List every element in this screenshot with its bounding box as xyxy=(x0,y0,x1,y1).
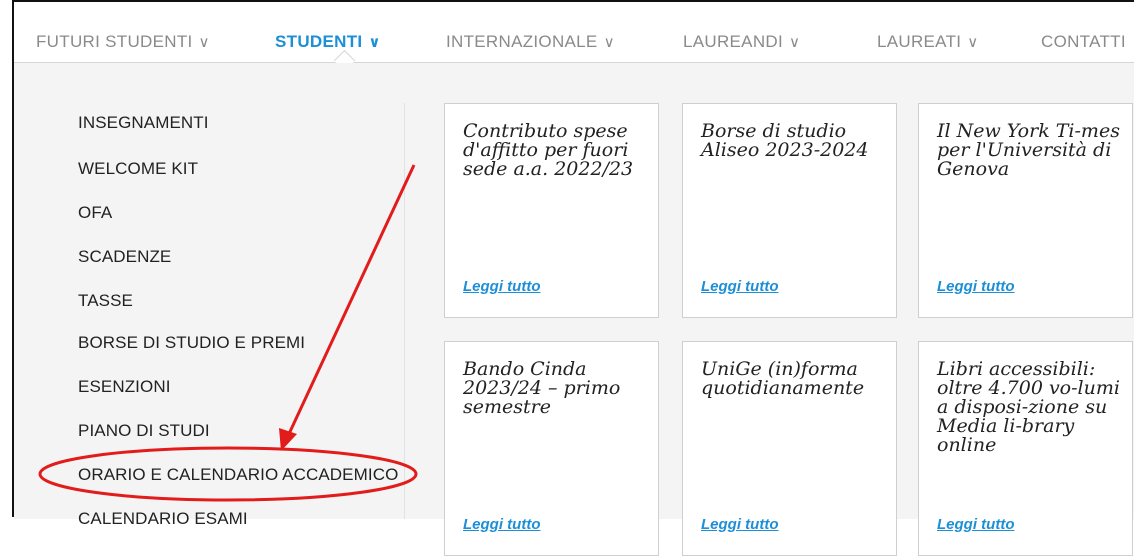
card-title: Bando Cinda 2023/24 – primo semestre xyxy=(463,358,621,418)
nav-label: LAUREATI xyxy=(877,32,962,51)
menu-item-ofa[interactable]: OFA xyxy=(78,203,112,223)
menu-divider xyxy=(404,103,405,519)
nav-label: LAUREANDI xyxy=(683,32,784,51)
chevron-down-icon: ∨ xyxy=(967,34,979,51)
menu-item-welcome-kit[interactable]: WELCOME KIT xyxy=(78,159,198,179)
nav-label: CONTATTI xyxy=(1041,32,1126,51)
nav-label: STUDENTI xyxy=(275,32,363,51)
menu-item-scadenze[interactable]: SCADENZE xyxy=(78,247,171,267)
top-navigation: FUTURI STUDENTI ∨ STUDENTI ∨ INTERNAZIONAL… xyxy=(14,2,1134,63)
read-more-link[interactable]: Leggi tutto xyxy=(463,516,540,533)
menu-item-esenzioni[interactable]: ESENZIONI xyxy=(78,377,171,397)
news-card[interactable]: Libri accessibili: oltre 4.700 vo-lumi a… xyxy=(918,341,1133,556)
read-more-link[interactable]: Leggi tutto xyxy=(937,278,1014,295)
chevron-down-icon: ∨ xyxy=(603,34,615,51)
menu-item-borse-di-studio[interactable]: BORSE DI STUDIO E PREMI xyxy=(78,333,305,353)
nav-item-contatti[interactable]: CONTATTI∨ xyxy=(1041,32,1134,52)
menu-item-orario-calendario[interactable]: ORARIO E CALENDARIO ACCADEMICO xyxy=(78,465,398,485)
menu-list: INSEGNAMENTI WELCOME KIT OFA SCADENZE TA… xyxy=(14,63,404,528)
nav-item-laureati[interactable]: LAUREATI ∨ xyxy=(877,32,979,52)
nav-label: FUTURI STUDENTI xyxy=(36,32,193,51)
card-title: Libri accessibili: oltre 4.700 vo-lumi a… xyxy=(937,358,1120,456)
read-more-link[interactable]: Leggi tutto xyxy=(463,278,540,295)
card-title: Borse di studio Aliseo 2023-2024 xyxy=(701,120,869,161)
read-more-link[interactable]: Leggi tutto xyxy=(701,278,778,295)
chevron-down-icon: ∨ xyxy=(198,34,210,51)
mega-menu-dropdown: INSEGNAMENTI WELCOME KIT OFA SCADENZE TA… xyxy=(14,63,1134,556)
chevron-down-icon: ∨ xyxy=(368,34,381,51)
nav-label: INTERNAZIONALE xyxy=(446,32,598,51)
read-more-link[interactable]: Leggi tutto xyxy=(937,516,1014,533)
card-title: UniGe (in)forma quotidianamente xyxy=(701,358,865,399)
chevron-down-icon: ∨ xyxy=(789,34,801,51)
menu-item-tasse[interactable]: TASSE xyxy=(78,291,133,311)
news-card[interactable]: Borse di studio Aliseo 2023-2024 Leggi t… xyxy=(682,103,897,318)
nav-item-futuri-studenti[interactable]: FUTURI STUDENTI ∨ xyxy=(36,32,210,52)
menu-item-piano-di-studi[interactable]: PIANO DI STUDI xyxy=(78,421,210,441)
card-title: Il New York Ti-mes per l'Università di G… xyxy=(937,120,1120,180)
nav-item-studenti[interactable]: STUDENTI ∨ xyxy=(275,32,381,52)
news-card[interactable]: Contributo spese d'affitto per fuori sed… xyxy=(444,103,659,318)
browser-viewport: FUTURI STUDENTI ∨ STUDENTI ∨ INTERNAZIONAL… xyxy=(12,0,1134,556)
card-title: Contributo spese d'affitto per fuori sed… xyxy=(463,120,634,180)
news-card[interactable]: Bando Cinda 2023/24 – primo semestre Leg… xyxy=(444,341,659,556)
menu-item-insegnamenti[interactable]: INSEGNAMENTI xyxy=(78,113,209,133)
nav-item-laureandi[interactable]: LAUREANDI ∨ xyxy=(683,32,800,52)
menu-item-calendario-esami[interactable]: CALENDARIO ESAMI xyxy=(78,509,248,529)
read-more-link[interactable]: Leggi tutto xyxy=(701,516,778,533)
news-card[interactable]: UniGe (in)forma quotidianamente Leggi tu… xyxy=(682,341,897,556)
news-card[interactable]: Il New York Ti-mes per l'Università di G… xyxy=(918,103,1133,318)
nav-item-internazionale[interactable]: INTERNAZIONALE ∨ xyxy=(446,32,615,52)
